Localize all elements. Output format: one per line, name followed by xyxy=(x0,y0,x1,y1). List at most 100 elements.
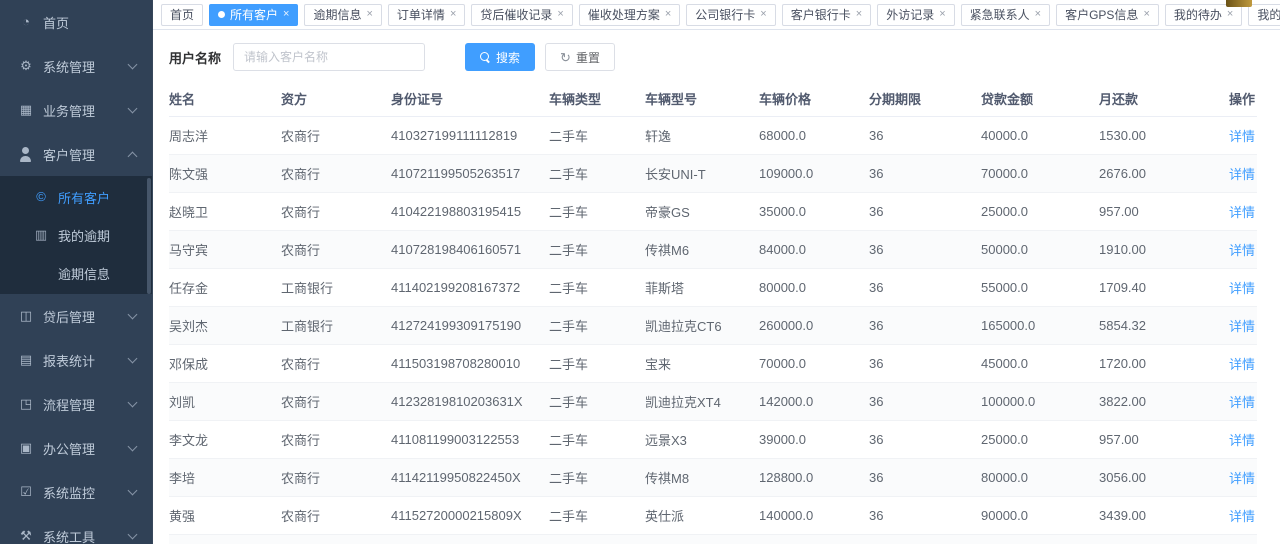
sidebar-item-my-overdue[interactable]: ▥我的逾期 xyxy=(0,216,152,254)
cell-vehicle_type: 二手车 xyxy=(549,193,645,231)
close-icon[interactable]: × xyxy=(856,9,862,20)
tab-首页[interactable]: 首页 xyxy=(161,4,203,26)
column-header-name: 姓名 xyxy=(169,81,281,117)
cell-action: 详情 xyxy=(1211,117,1257,155)
cell-vehicle_model: 英仕派 xyxy=(645,497,759,535)
cell-action: 详情 xyxy=(1211,383,1257,421)
sidebar-item-tools[interactable]: ⚒系统工具 xyxy=(0,514,152,544)
sidebar-item-home[interactable]: ◔ 首页 xyxy=(0,0,152,44)
sidebar-item-label: 系统工具 xyxy=(43,527,129,544)
cell-vehicle_model: 长安UNI-T xyxy=(645,155,759,193)
customers-icon: © xyxy=(33,190,49,204)
tab-紧急联系人[interactable]: 紧急联系人× xyxy=(961,4,1050,26)
cell-monthly: 1709.40 xyxy=(1099,269,1211,307)
detail-link[interactable]: 详情 xyxy=(1229,357,1255,372)
cell-vehicle_model: 远景X3 xyxy=(645,421,759,459)
tab-所有客户[interactable]: 所有客户× xyxy=(209,4,298,26)
close-icon[interactable]: × xyxy=(557,9,563,20)
cell-id_number: 411402199208167372 xyxy=(391,269,549,307)
sidebar-item-office[interactable]: ▣办公管理 xyxy=(0,426,152,470)
cell-loan: 40000.0 xyxy=(981,117,1099,155)
tab-外访记录[interactable]: 外访记录 × xyxy=(877,4,954,26)
sidebar-item-overdue-info[interactable]: 逾期信息 xyxy=(0,254,152,292)
close-icon[interactable]: × xyxy=(283,9,289,20)
cell-funder: 农商行 xyxy=(281,383,391,421)
sidebar-item-customer[interactable]: 客户管理 xyxy=(0,132,152,176)
cell-monthly: 2676.00 xyxy=(1099,155,1211,193)
cell-term: 36 xyxy=(869,345,981,383)
table-row: 李培农商行41142119950822450X二手车传祺M8128800.036… xyxy=(169,459,1257,497)
detail-link[interactable]: 详情 xyxy=(1229,205,1255,220)
reset-button-label: 重置 xyxy=(576,49,600,66)
detail-link[interactable]: 详情 xyxy=(1229,471,1255,486)
close-icon[interactable]: × xyxy=(366,9,372,20)
refresh-icon: ↻ xyxy=(560,51,571,64)
close-icon[interactable]: × xyxy=(760,9,766,20)
tab-订单详情[interactable]: 订单详情 × xyxy=(388,4,465,26)
sidebar-scrollbar-thumb[interactable] xyxy=(147,178,151,294)
detail-link[interactable]: 详情 xyxy=(1229,319,1255,334)
cell-term: 36 xyxy=(869,269,981,307)
sidebar-item-postloan[interactable]: ◫贷后管理 xyxy=(0,294,152,338)
cell-loan: 55000.0 xyxy=(981,269,1099,307)
tab-客户银行卡[interactable]: 客户银行卡× xyxy=(782,4,871,26)
cell-name: 黄强 xyxy=(169,497,281,535)
app-window: ◔ 首页 ⚙系统管理▦业务管理客户管理©所有客户▥我的逾期逾期信息 ◫贷后管理▤报表统… xyxy=(0,0,1280,544)
sidebar-item-all-customers[interactable]: ©所有客户 xyxy=(0,178,152,216)
detail-link[interactable]: 详情 xyxy=(1229,395,1255,410)
sidebar-item-process[interactable]: ◳流程管理 xyxy=(0,382,152,426)
tab-bar: 首页所有客户×逾期信息×订单详情×贷后催收记录×催收处理方案×公司银行卡×客户银… xyxy=(153,0,1280,30)
sidebar-item-business[interactable]: ▦业务管理 xyxy=(0,88,152,132)
detail-link[interactable]: 详情 xyxy=(1229,509,1255,524)
cell-action: 详情 xyxy=(1211,269,1257,307)
column-header-funder: 资方 xyxy=(281,81,391,117)
detail-link[interactable]: 详情 xyxy=(1229,129,1255,144)
cell-loan: 100000.0 xyxy=(981,383,1099,421)
detail-link[interactable]: 详情 xyxy=(1229,281,1255,296)
table-row: 李文龙农商行411081199003122553二手车远景X339000.036… xyxy=(169,421,1257,459)
grid-icon: ▦ xyxy=(18,103,34,117)
table-row: 吴刘杰工商银行412724199309175190二手车凯迪拉克CT626000… xyxy=(169,307,1257,345)
flow-icon: ◳ xyxy=(18,397,34,411)
table-row: 赵晓卫农商行410422198803195415二手车帝豪GS35000.036… xyxy=(169,193,1257,231)
tab-label: 订单详情 xyxy=(397,6,445,23)
cell-vehicle_model: 传祺M8 xyxy=(645,459,759,497)
detail-link[interactable]: 详情 xyxy=(1229,433,1255,448)
detail-link[interactable]: 详情 xyxy=(1229,167,1255,182)
close-icon[interactable]: × xyxy=(939,9,945,20)
tab-label: 外访记录 xyxy=(886,6,934,23)
search-input[interactable] xyxy=(233,43,425,71)
close-icon[interactable]: × xyxy=(1227,9,1233,20)
close-icon[interactable]: × xyxy=(1035,9,1041,20)
cell-vehicle_type: 二手车 xyxy=(549,269,645,307)
search-field-label: 用户名称 xyxy=(169,48,221,67)
close-icon[interactable]: × xyxy=(450,9,456,20)
tab-客户GPS信息[interactable]: 客户GPS信息× xyxy=(1056,4,1159,26)
reset-button[interactable]: ↻ 重置 xyxy=(545,43,615,71)
sidebar-item-monitor[interactable]: ☑系统监控 xyxy=(0,470,152,514)
search-button[interactable]: 搜索 xyxy=(465,43,535,71)
chevron-down-icon xyxy=(128,486,138,496)
table-row: 陈文强农商行410721199505263517二手车长安UNI-T109000… xyxy=(169,155,1257,193)
cell-action: 详情 xyxy=(1211,193,1257,231)
tab-贷后催收记录[interactable]: 贷后催收记录× xyxy=(471,4,572,26)
sidebar-item-label: 首页 xyxy=(43,13,140,32)
chevron-down-icon xyxy=(128,398,138,408)
cell-name: 邓保成 xyxy=(169,345,281,383)
close-icon[interactable]: × xyxy=(665,9,671,20)
sidebar-item-reports[interactable]: ▤报表统计 xyxy=(0,338,152,382)
tab-我的流程[interactable]: 我的流程× xyxy=(1248,4,1280,26)
sidebar-item-system[interactable]: ⚙系统管理 xyxy=(0,44,152,88)
chevron-down-icon xyxy=(128,442,138,452)
close-icon[interactable]: × xyxy=(1143,9,1149,20)
tab-逾期信息[interactable]: 逾期信息× xyxy=(304,4,381,26)
tab-公司银行卡[interactable]: 公司银行卡× xyxy=(686,4,775,26)
sidebar-item-label: 逾期信息 xyxy=(58,264,140,283)
tab-label: 催收处理方案 xyxy=(588,6,660,23)
dashboard-icon: ◔ xyxy=(18,15,34,29)
chevron-down-icon xyxy=(128,310,138,320)
tab-催收处理方案[interactable]: 催收处理方案 × xyxy=(579,4,680,26)
cell-monthly: 5854.32 xyxy=(1099,307,1211,345)
detail-link[interactable]: 详情 xyxy=(1229,243,1255,258)
cell-price: 128800.0 xyxy=(759,459,869,497)
